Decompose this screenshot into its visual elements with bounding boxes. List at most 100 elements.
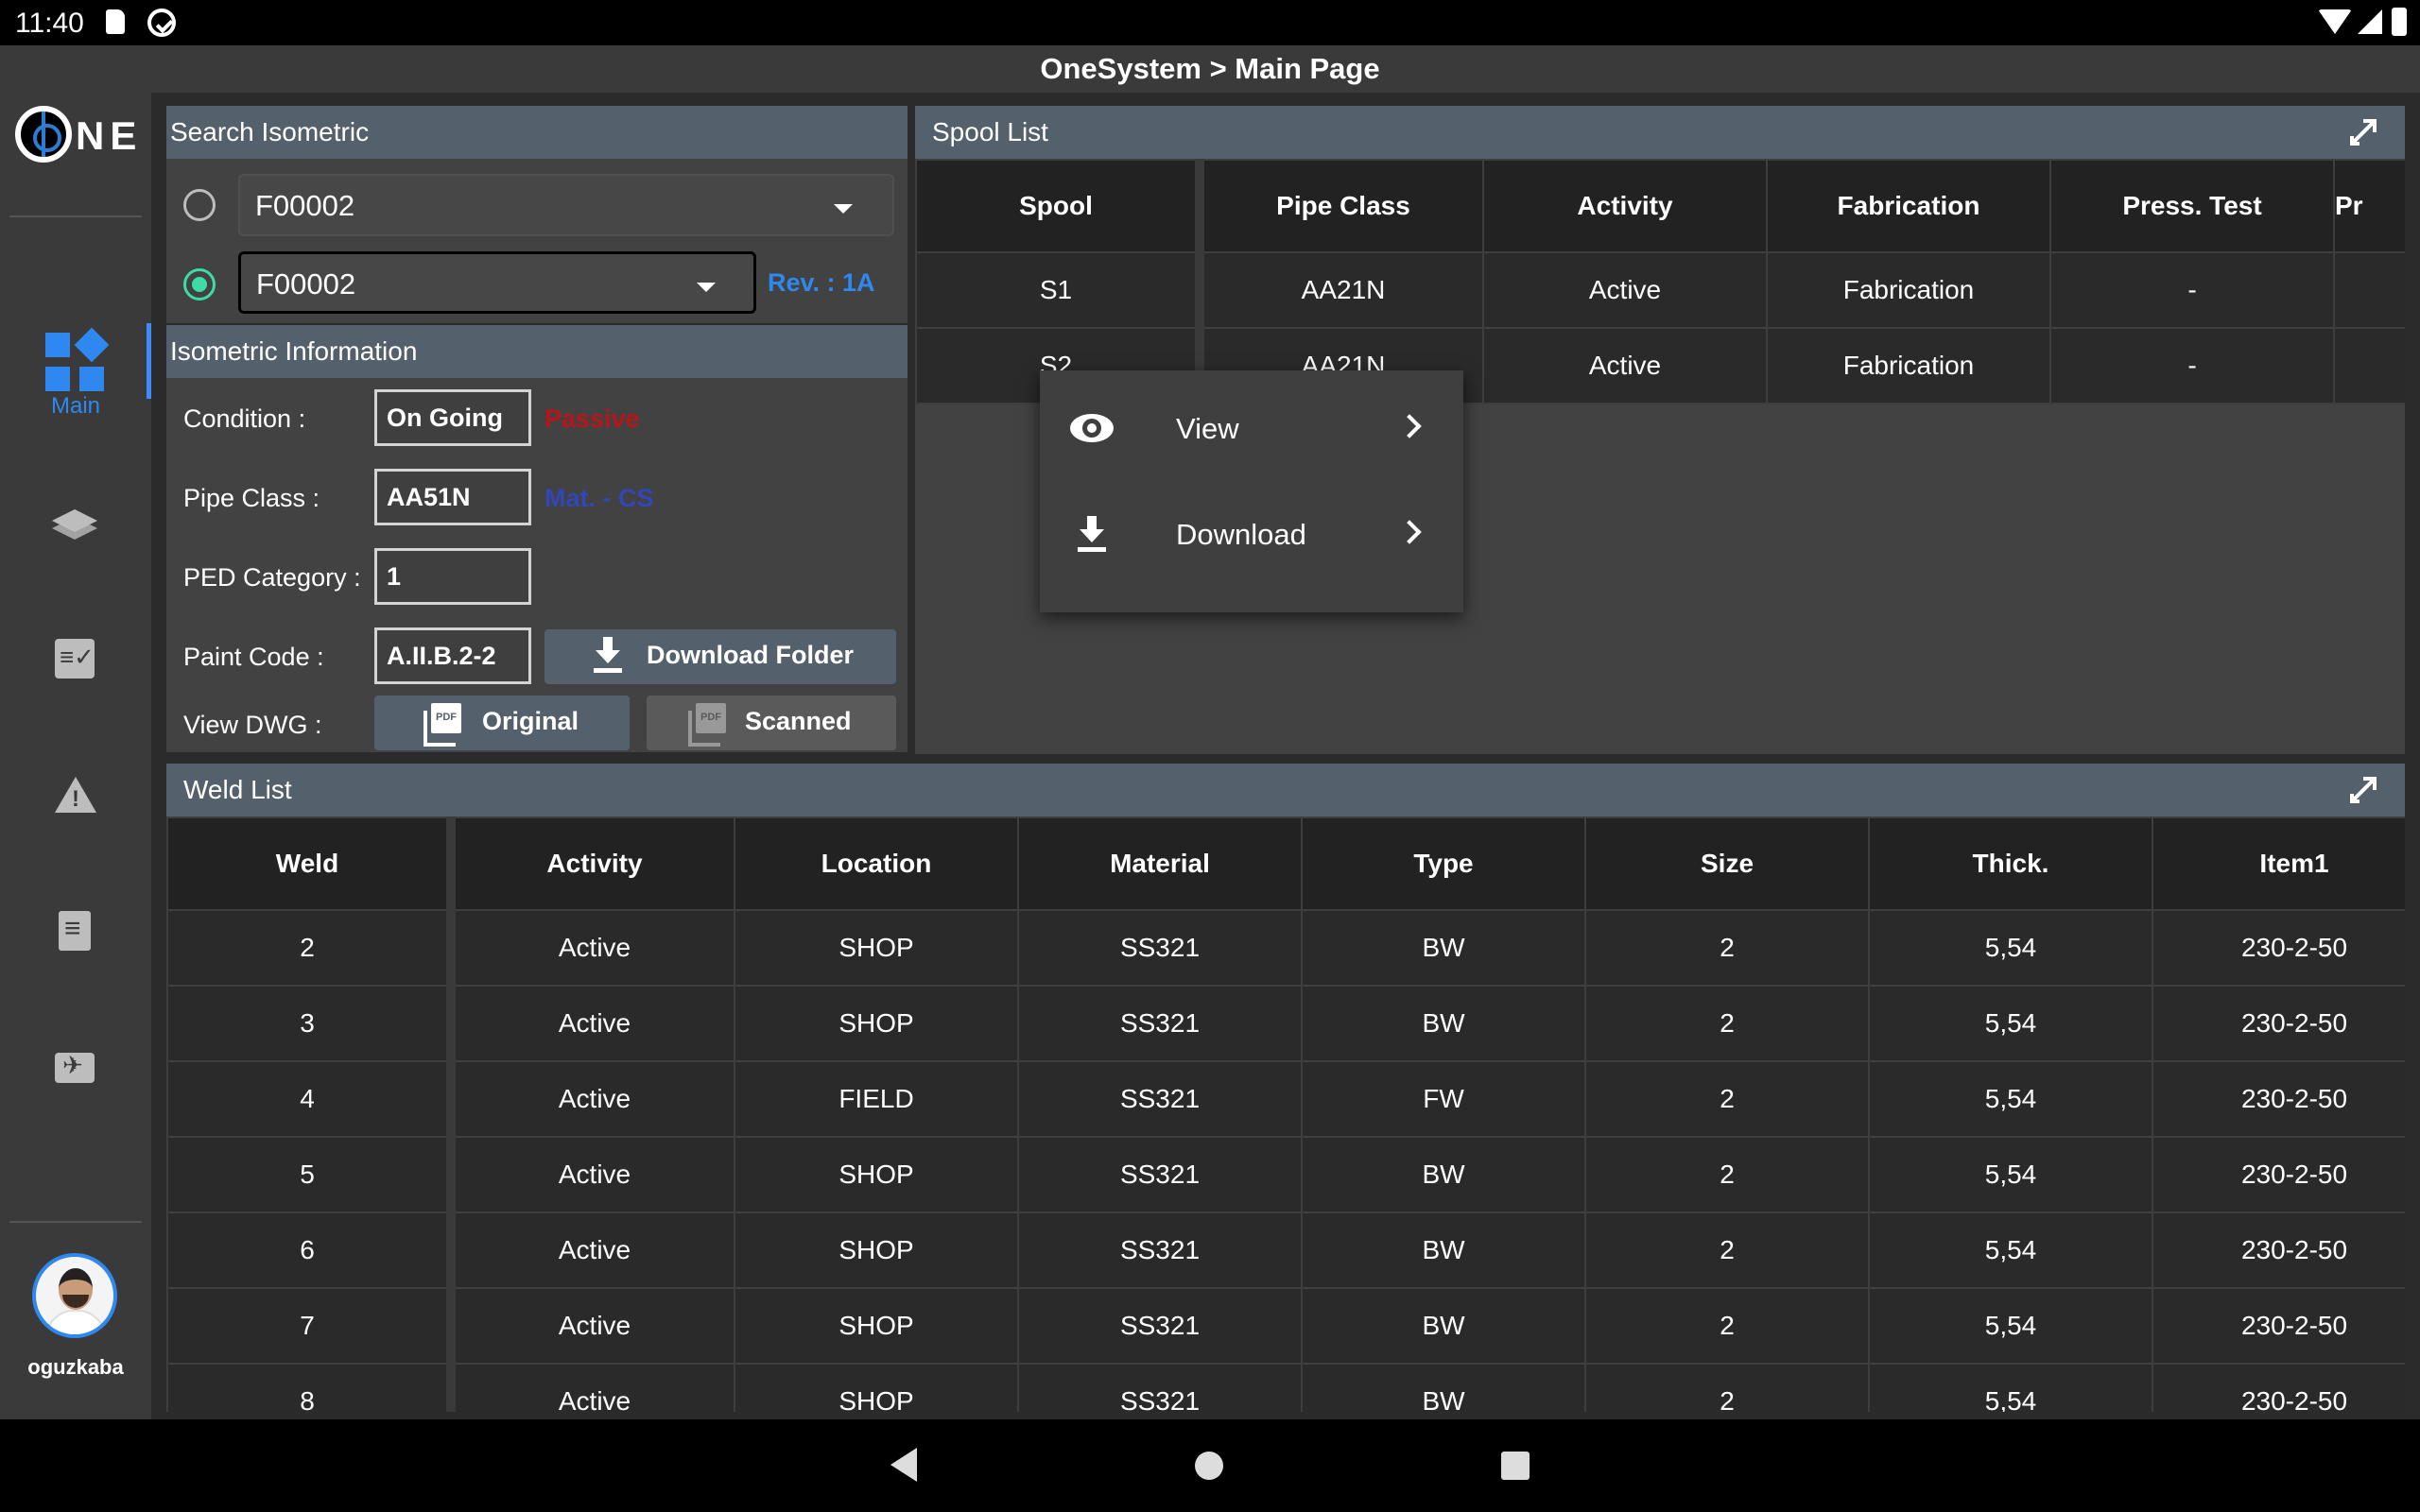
column-header[interactable]: Fabrication xyxy=(1766,159,2051,253)
table-cell: 2 xyxy=(166,909,456,987)
status-bar: 11:40 xyxy=(0,0,2420,45)
view-scanned-button[interactable]: Scanned xyxy=(647,696,896,750)
table-cell: FIELD xyxy=(734,1060,1019,1138)
table-cell: BW xyxy=(1301,1363,1586,1412)
view-original-button[interactable]: Original xyxy=(374,696,630,750)
radio-option-1[interactable] xyxy=(183,189,216,221)
table-cell: 230-2-50 xyxy=(2152,1136,2405,1213)
table-cell: Fabrication xyxy=(1766,251,2051,329)
select-value: F00002 xyxy=(256,267,356,301)
table-cell: 4 xyxy=(166,1060,456,1138)
table-cell: SS321 xyxy=(1017,1211,1303,1289)
table-cell: Fabrication xyxy=(1766,327,2051,404)
column-header[interactable]: Location xyxy=(734,816,1019,911)
system-navigation-bar xyxy=(0,1419,2420,1512)
column-header[interactable]: Item1 xyxy=(2152,816,2405,911)
table-row[interactable]: S1 AA21N Active Fabrication - xyxy=(915,251,2405,329)
sidebar: NE Main oguzkaba xyxy=(0,93,151,1419)
condition-label: Condition : xyxy=(183,404,306,433)
sidebar-item-tasks[interactable] xyxy=(0,620,151,724)
ped-category-field: 1 xyxy=(374,548,531,605)
sidebar-item-warnings[interactable] xyxy=(0,758,151,862)
column-header[interactable]: Pipe Class xyxy=(1199,159,1484,253)
table-cell: 2 xyxy=(1584,985,1870,1062)
table-cell: SHOP xyxy=(734,909,1019,987)
table-row[interactable]: 7 Active SHOP SS321 BW 2 5,54 230-2-50 xyxy=(166,1287,2405,1365)
revision-label: Rev. : 1A xyxy=(768,268,875,297)
table-cell: Active xyxy=(450,1060,735,1138)
menu-item-view[interactable]: View xyxy=(1040,378,1463,484)
column-header[interactable]: Activity xyxy=(450,816,735,911)
expand-icon[interactable] xyxy=(2350,777,2377,803)
table-cell: BW xyxy=(1301,909,1586,987)
sidebar-item-shipping[interactable] xyxy=(0,1028,151,1132)
back-icon[interactable] xyxy=(890,1448,917,1482)
table-cell: 5,54 xyxy=(1868,985,2153,1062)
download-folder-button[interactable]: Download Folder xyxy=(544,629,896,684)
table-cell: SS321 xyxy=(1017,909,1303,987)
logo-ring-icon xyxy=(15,106,72,163)
table-cell: 230-2-50 xyxy=(2152,909,2405,987)
table-row[interactable]: 4 Active FIELD SS321 FW 2 5,54 230-2-50 xyxy=(166,1060,2405,1138)
column-header[interactable]: Thick. xyxy=(1868,816,2153,911)
column-header[interactable]: Pr xyxy=(2333,159,2405,253)
menu-item-download[interactable]: Download xyxy=(1040,484,1463,590)
table-cell: 2 xyxy=(1584,1211,1870,1289)
logo-text: NE xyxy=(76,113,143,158)
spool-table: Spool Pipe Class Activity Fabrication Pr… xyxy=(915,159,2405,404)
column-header[interactable]: Spool xyxy=(915,159,1204,253)
column-header[interactable]: Material xyxy=(1017,816,1303,911)
active-indicator xyxy=(147,323,151,399)
table-row[interactable]: 6 Active SHOP SS321 BW 2 5,54 230-2-50 xyxy=(166,1211,2405,1289)
table-cell: 5,54 xyxy=(1868,909,2153,987)
pdf-icon xyxy=(424,703,461,747)
column-header[interactable]: Type xyxy=(1301,816,1586,911)
condition-status: Passive xyxy=(544,404,640,433)
column-header[interactable]: Size xyxy=(1584,816,1870,911)
table-row[interactable]: 3 Active SHOP SS321 BW 2 5,54 230-2-50 xyxy=(166,985,2405,1062)
material-label: Mat. - CS xyxy=(544,484,654,512)
expand-icon[interactable] xyxy=(2350,119,2377,146)
column-header[interactable]: Activity xyxy=(1482,159,1768,253)
table-row[interactable]: 2 Active SHOP SS321 BW 2 5,54 230-2-50 xyxy=(166,909,2405,987)
radio-option-2[interactable] xyxy=(183,268,216,301)
table-cell: S1 xyxy=(915,251,1204,329)
panel-title: Isometric Information xyxy=(170,336,418,366)
table-cell: 2 xyxy=(1584,1363,1870,1412)
table-cell: Active xyxy=(450,909,735,987)
eye-icon xyxy=(1070,414,1114,442)
home-icon[interactable] xyxy=(1195,1452,1223,1480)
username: oguzkaba xyxy=(27,1355,124,1379)
layers-icon xyxy=(51,503,98,542)
table-row[interactable]: 8 Active SHOP SS321 BW 2 5,54 230-2-50 xyxy=(166,1363,2405,1412)
chevron-right-icon xyxy=(1397,414,1422,438)
table-cell: 8 xyxy=(166,1363,456,1412)
scanned-label: Scanned xyxy=(745,707,852,735)
clipboard-icon xyxy=(59,911,91,951)
table-cell: 2 xyxy=(1584,1287,1870,1365)
sidebar-item-main[interactable]: Main xyxy=(0,323,151,427)
condition-value: On Going xyxy=(387,404,503,432)
table-cell: 230-2-50 xyxy=(2152,985,2405,1062)
menu-item-label: View xyxy=(1176,412,1239,445)
table-cell: Active xyxy=(450,1136,735,1213)
column-header[interactable]: Weld xyxy=(166,816,456,911)
checklist-icon xyxy=(55,639,95,679)
download-icon xyxy=(594,637,622,673)
download-folder-label: Download Folder xyxy=(647,641,854,669)
table-cell: 7 xyxy=(166,1287,456,1365)
recents-icon[interactable] xyxy=(1501,1452,1530,1480)
avatar[interactable] xyxy=(32,1253,117,1338)
sidebar-item-reports[interactable] xyxy=(0,892,151,996)
table-cell: 2 xyxy=(1584,909,1870,987)
sidebar-item-layers[interactable] xyxy=(0,484,151,588)
table-cell: SHOP xyxy=(734,1211,1019,1289)
isometric-select-1[interactable]: F00002 xyxy=(238,174,894,236)
table-row[interactable]: 5 Active SHOP SS321 BW 2 5,54 230-2-50 xyxy=(166,1136,2405,1213)
table-cell: FW xyxy=(1301,1060,1586,1138)
isometric-select-2[interactable]: F00002 xyxy=(238,251,756,314)
column-header[interactable]: Press. Test xyxy=(2049,159,2335,253)
panel-title: Weld List xyxy=(183,775,292,804)
app-logo: NE xyxy=(15,104,138,164)
pipe-class-label: Pipe Class : xyxy=(183,484,320,512)
